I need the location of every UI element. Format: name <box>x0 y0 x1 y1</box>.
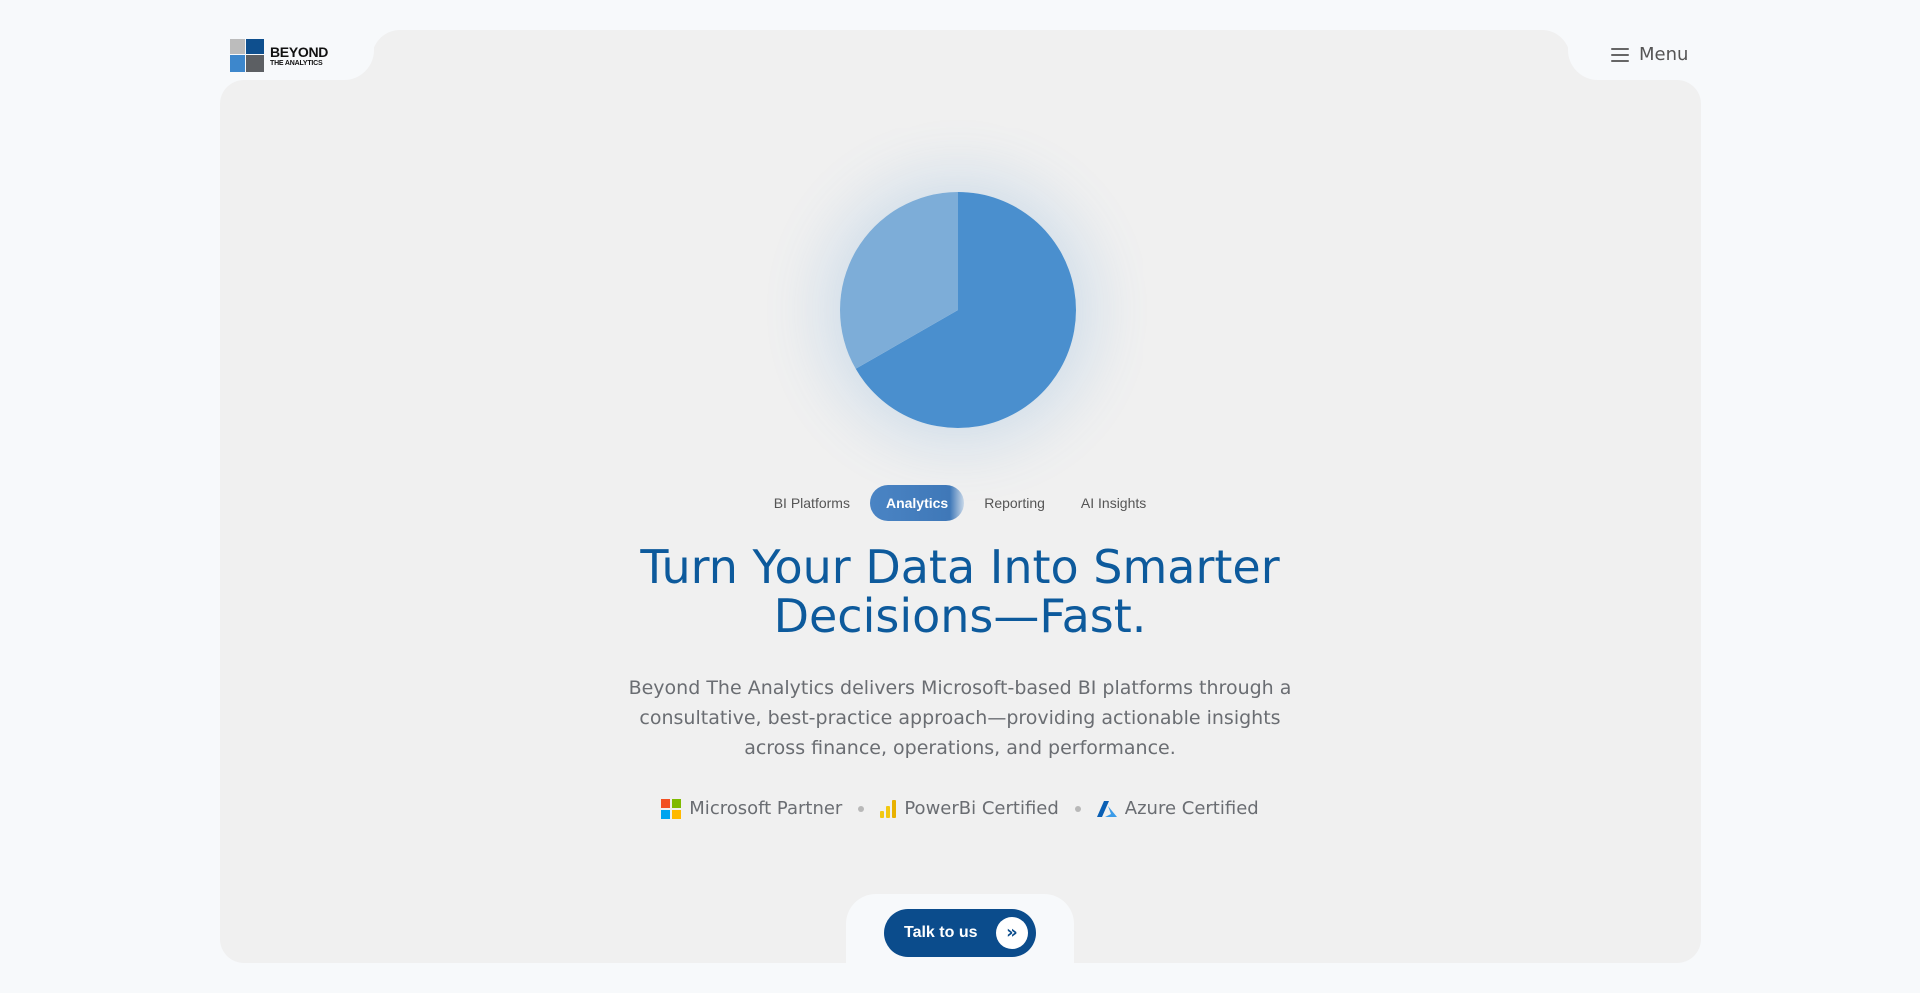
cert-label: Microsoft Partner <box>689 798 843 819</box>
powerbi-icon <box>880 799 897 818</box>
microsoft-logo-icon <box>661 798 682 819</box>
cert-azure: Azure Certified <box>1096 798 1259 819</box>
card-notch-left <box>340 30 374 80</box>
headline-line-2: Decisions—Fast. <box>773 589 1147 643</box>
hero-card-top <box>372 30 1570 90</box>
card-notch-right <box>1568 30 1602 80</box>
pie-graphic <box>840 192 1076 428</box>
cta-label: Talk to us <box>904 924 978 941</box>
logo-line-1: BEYOND <box>270 43 329 60</box>
menu-label: Menu <box>1639 44 1689 65</box>
separator-dot <box>858 805 865 812</box>
hero-description: Beyond The Analytics delivers Microsoft-… <box>628 677 1292 759</box>
tab-reporting[interactable]: Reporting <box>968 485 1061 521</box>
cert-microsoft-partner: Microsoft Partner <box>661 798 842 819</box>
headline-line-1: Turn Your Data Into Smarter <box>640 540 1280 594</box>
logo-wordmark: BEYOND THE ANALYTICS <box>270 45 328 67</box>
logo-line-2: THE ANALYTICS <box>270 59 323 67</box>
menu-button[interactable]: Menu <box>1611 44 1688 65</box>
tab-analytics[interactable]: Analytics <box>869 485 965 521</box>
cert-label: PowerBi Certified <box>904 798 1059 819</box>
separator-dot <box>1074 805 1081 812</box>
certification-list: Microsoft Partner PowerBi Certified Azur… <box>0 798 1920 819</box>
category-tabs: BI Platforms Analytics Reporting AI Insi… <box>0 485 1920 521</box>
talk-to-us-button[interactable]: Talk to us » <box>884 909 1036 957</box>
logo-mark-icon <box>230 39 264 72</box>
tab-ai-insights[interactable]: AI Insights <box>1065 485 1162 521</box>
hero-pie-visual <box>840 192 1076 428</box>
hamburger-icon <box>1611 47 1629 62</box>
page-title: Turn Your Data Into Smarter Decisions—Fa… <box>0 543 1920 641</box>
brand-logo[interactable]: BEYOND THE ANALYTICS <box>230 39 328 72</box>
cert-powerbi: PowerBi Certified <box>880 798 1059 819</box>
double-chevron-right-icon: » <box>996 917 1028 949</box>
cert-label: Azure Certified <box>1124 798 1259 819</box>
tab-bi-platforms[interactable]: BI Platforms <box>758 485 866 521</box>
azure-icon <box>1096 800 1117 817</box>
